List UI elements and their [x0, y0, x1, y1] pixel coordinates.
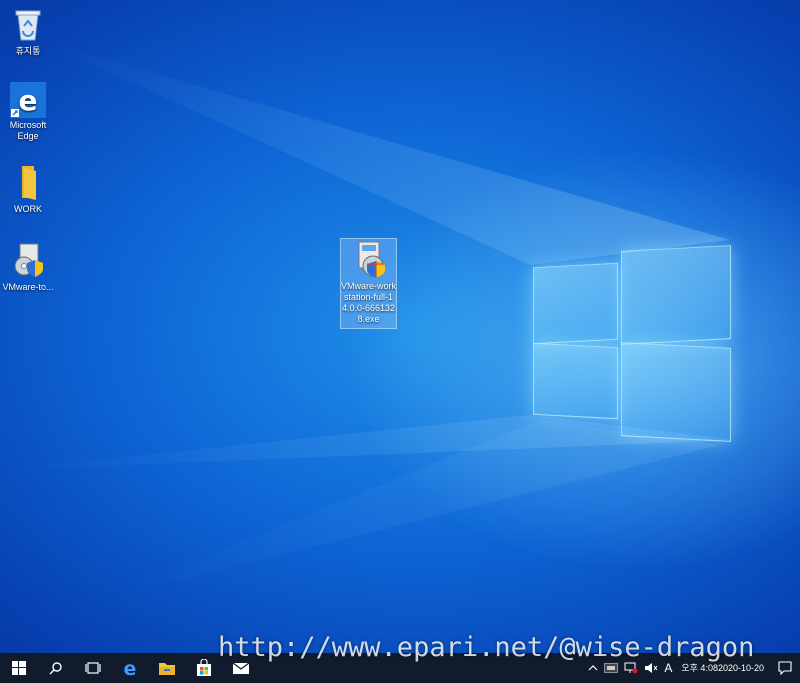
action-center-button[interactable] — [770, 653, 800, 683]
search-icon — [49, 662, 62, 675]
folder-icon — [8, 162, 48, 202]
search-button[interactable] — [37, 653, 74, 683]
store-icon — [196, 659, 211, 676]
microsoft-edge-label: Microsoft Edge — [9, 120, 47, 141]
vm-icon — [604, 663, 619, 673]
recycle-bin-shortcut[interactable]: 휴지통 — [0, 4, 58, 57]
volume-muted-icon — [645, 663, 658, 673]
mail-icon — [232, 662, 249, 674]
work-folder-label: WORK — [14, 204, 42, 214]
task-view-icon — [84, 662, 101, 674]
svg-text:e: e — [123, 659, 136, 677]
installer-icon — [349, 239, 389, 279]
clock-date: 2020-10-20 — [717, 662, 764, 673]
task-view-button[interactable] — [74, 653, 111, 683]
svg-text:e: e — [19, 84, 38, 117]
windows-logo-pane-top-left — [533, 262, 618, 345]
recycle-bin-icon — [8, 4, 48, 44]
vmware-workstation-installer-label: VMware-workstation-full-14.0.0-6661328.e… — [341, 281, 397, 324]
work-folder-shortcut[interactable]: WORK — [0, 162, 58, 215]
clock-time: 오후 4:08 — [681, 662, 718, 673]
notification-icon — [778, 661, 792, 675]
network-icon — [624, 662, 638, 674]
installer-icon — [8, 240, 48, 280]
chevron-up-icon — [588, 665, 598, 671]
windows-logo-pane-bottom-right — [621, 342, 731, 442]
vmware-tools-label: VMware-to... — [2, 282, 54, 292]
file-explorer-icon — [158, 663, 175, 675]
edge-icon: e — [123, 659, 136, 677]
edge-icon: e — [10, 82, 46, 118]
vmware-workstation-installer-file[interactable]: VMware-workstation-full-14.0.0-6661328.e… — [340, 238, 397, 329]
start-button[interactable] — [0, 653, 37, 683]
taskbar-edge-button[interactable]: e — [111, 653, 148, 683]
windows-logo-pane-top-right — [621, 245, 731, 345]
taskbar-file-explorer-button[interactable] — [148, 653, 185, 683]
windows-start-icon — [11, 661, 26, 675]
microsoft-edge-shortcut[interactable]: e Microsoft Edge — [0, 82, 58, 142]
desktop-wallpaper[interactable]: 휴지통 e Microsoft Edge WORK VMware-to... V… — [0, 0, 800, 653]
taskbar-store-button[interactable] — [185, 653, 222, 683]
recycle-bin-label: 휴지통 — [15, 46, 41, 56]
vmware-tools-shortcut[interactable]: VMware-to... — [0, 240, 58, 293]
watermark-text: http://www.epari.net/@wise-dragon — [218, 632, 755, 663]
windows-logo-pane-bottom-left — [533, 342, 618, 420]
